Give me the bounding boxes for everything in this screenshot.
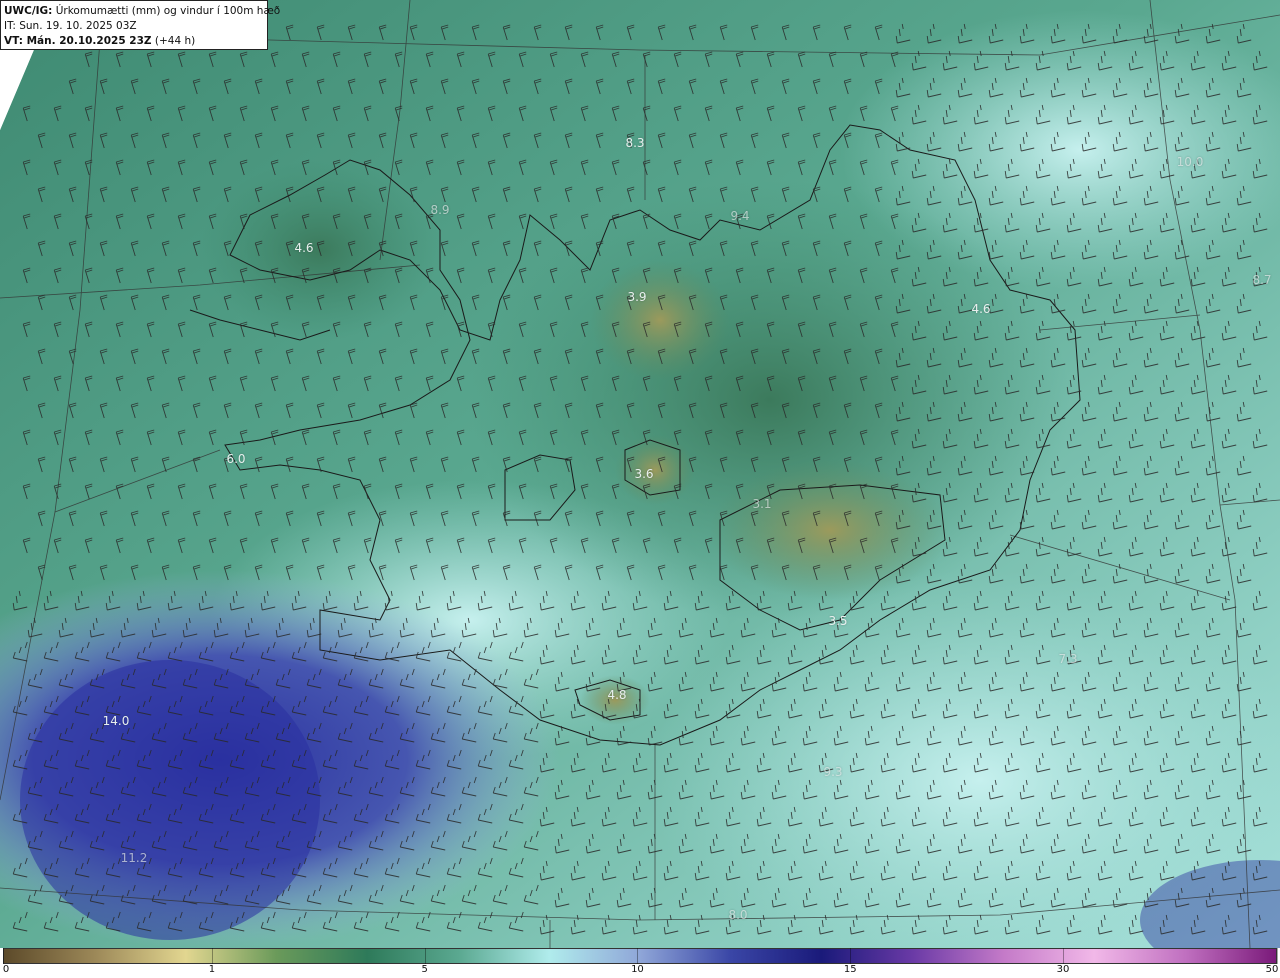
highland-north xyxy=(590,260,730,380)
value-label: 3.9 xyxy=(627,290,647,304)
colorbar-tick-mark xyxy=(1062,948,1064,964)
value-label: 11.2 xyxy=(120,851,148,865)
value-label: 4.8 xyxy=(607,688,627,702)
value-label: 8.9 xyxy=(430,203,450,217)
colorbar-tick-label: 5 xyxy=(421,964,428,975)
colorbar-tick-label: 15 xyxy=(843,964,857,975)
value-label: 4.6 xyxy=(971,302,991,316)
colorbar-tick-label: 10 xyxy=(631,964,644,975)
value-label: 6.0 xyxy=(226,452,246,466)
value-label: 4.6 xyxy=(294,241,314,255)
initial-time: IT: Sun. 19. 10. 2025 03Z xyxy=(4,20,137,32)
colorbar-tick-label: 50 xyxy=(1265,964,1279,975)
valid-time: VT: Mán. 20.10.2025 23Z xyxy=(4,35,152,47)
value-label: 9.3 xyxy=(823,765,843,779)
value-label: 3.6 xyxy=(634,467,654,481)
value-label: 9.4 xyxy=(730,209,750,223)
colorbar-tick-label: 0 xyxy=(2,964,10,975)
colorbar-tick-mark xyxy=(850,948,852,964)
land-green-west xyxy=(200,160,440,340)
model-label: UWC/IG: xyxy=(4,5,53,17)
value-label: 3.5 xyxy=(828,614,848,628)
colorbar-tick-label: 1 xyxy=(208,964,216,975)
colorbar: 0 1 5 10 15 30 50 xyxy=(0,948,1280,978)
colorbar-tick-mark xyxy=(1277,948,1278,964)
value-label: 7.3 xyxy=(1058,652,1078,666)
colorbar-tick-mark xyxy=(3,948,4,964)
value-label: 3.1 xyxy=(752,497,772,511)
value-label: 14.0 xyxy=(102,714,130,728)
colorbar-tick-mark xyxy=(211,948,213,964)
value-label: 8.7 xyxy=(1252,273,1272,287)
map-header: UWC/IG: Úrkomumætti (mm) og vindur í 100… xyxy=(0,0,280,50)
lead-time: (+44 h) xyxy=(154,35,196,47)
map-title: Úrkomumætti (mm) og vindur í 100m hæð xyxy=(55,5,281,17)
moist-core-southwest xyxy=(20,660,320,940)
value-label: 8.0 xyxy=(728,908,748,922)
colorbar-tick-mark xyxy=(637,948,639,964)
colorbar-gradient xyxy=(3,948,1277,964)
colorbar-tick-mark xyxy=(424,948,426,964)
value-label: 10.0 xyxy=(1176,155,1204,169)
colorbar-tick-label: 30 xyxy=(1056,964,1070,975)
value-label: 8.3 xyxy=(625,136,645,150)
highland-vatnajokull xyxy=(710,460,950,600)
